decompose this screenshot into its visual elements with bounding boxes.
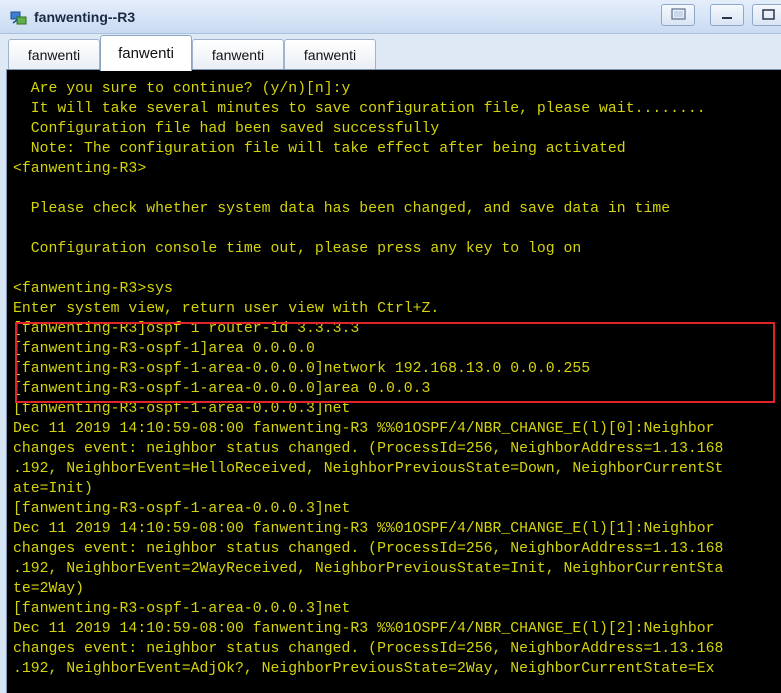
terminal-app-icon (10, 11, 27, 25)
restore-icon (671, 8, 686, 20)
tab-label: fanwenti (27, 47, 81, 63)
terminal-line: changes event: neighbor status changed. … (13, 541, 724, 557)
tab-label: fanwenti (303, 47, 357, 63)
terminal-line: Dec 11 2019 14:10:59-08:00 fanwenting-R3… (13, 521, 715, 537)
tab-label: fanwenti (211, 47, 265, 63)
minimize-button[interactable] (710, 4, 744, 26)
window-title: fanwenting--R3 (34, 9, 136, 25)
terminal-line: [fanwenting-R3-ospf-1-area-0.0.0.3]net (13, 501, 351, 517)
terminal-line: Are you sure to continue? (y/n)[n]:y (13, 81, 351, 97)
tab-session-4[interactable]: fanwenti (284, 39, 376, 70)
terminal-line: [fanwenting-R3-ospf-1-area-0.0.0.3]net (13, 601, 351, 617)
session-tab-strip: fanwenti fanwenti fanwenti fanwenti (0, 34, 781, 71)
tab-session-2[interactable]: fanwenti (100, 35, 192, 71)
terminal-line: Configuration console time out, please p… (13, 241, 582, 257)
terminal-output[interactable]: Are you sure to continue? (y/n)[n]:y It … (6, 69, 781, 693)
terminal-line: Configuration file had been saved succes… (13, 121, 440, 137)
terminal-line: <fanwenting-R3>sys (13, 281, 173, 297)
maximize-icon (762, 9, 775, 20)
tab-session-1[interactable]: fanwenti (8, 39, 100, 70)
terminal-line: changes event: neighbor status changed. … (13, 641, 724, 657)
restore-button[interactable] (661, 4, 695, 26)
tab-session-3[interactable]: fanwenti (192, 39, 284, 70)
ospf-config-highlight-box (15, 322, 775, 403)
terminal-line: Dec 11 2019 14:10:59-08:00 fanwenting-R3… (13, 621, 715, 637)
terminal-line: Note: The configuration file will take e… (13, 141, 626, 157)
minimize-icon (722, 17, 732, 19)
terminal-line: .192, NeighborEvent=2WayReceived, Neighb… (13, 561, 724, 577)
terminal-line: changes event: neighbor status changed. … (13, 441, 724, 457)
terminal-line: ate=Init) (13, 481, 93, 497)
title-bar[interactable]: fanwenting--R3 (0, 0, 781, 34)
terminal-line: Please check whether system data has bee… (13, 201, 671, 217)
maximize-button[interactable] (752, 4, 781, 26)
terminal-line: te=2Way) (13, 581, 85, 597)
terminal-line: <fanwenting-R3> (13, 161, 147, 177)
terminal-line: Enter system view, return user view with… (13, 301, 440, 317)
terminal-line: Dec 11 2019 14:10:59-08:00 fanwenting-R3… (13, 421, 715, 437)
terminal-line: .192, NeighborEvent=AdjOk?, NeighborPrev… (13, 661, 715, 677)
terminal-line: .192, NeighborEvent=HelloReceived, Neigh… (13, 461, 724, 477)
terminal-line: It will take several minutes to save con… (13, 101, 706, 117)
tab-label: fanwenti (118, 45, 174, 62)
